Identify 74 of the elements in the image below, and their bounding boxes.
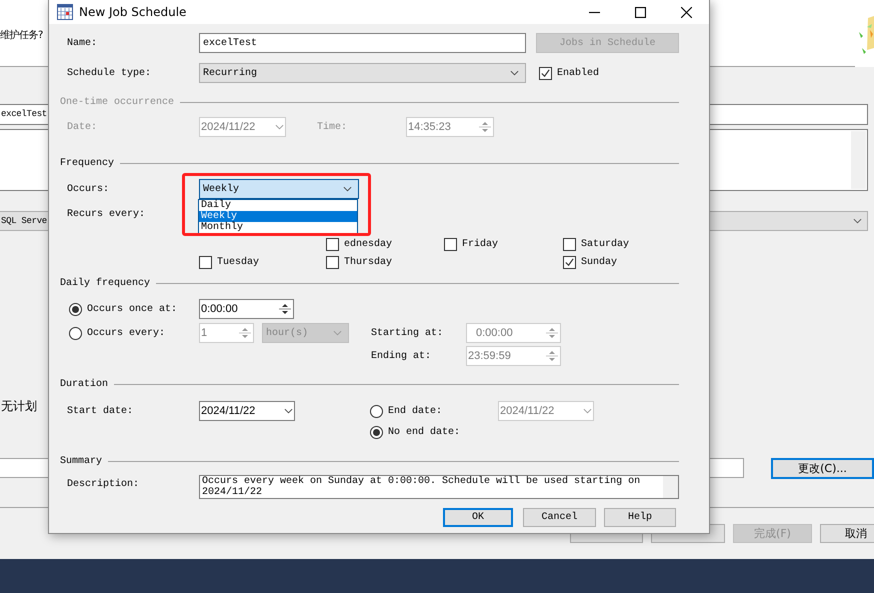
scrollbar[interactable] [851, 131, 866, 189]
end-date-label: End date: [388, 406, 442, 416]
date-label: Date: [67, 122, 98, 132]
chevron-icon [284, 408, 293, 414]
chevron-icon [275, 124, 284, 130]
section-title: Summary [60, 456, 102, 466]
name-field[interactable]: excelTest [199, 33, 526, 53]
description-label: Description: [67, 479, 140, 490]
calendar-icon [57, 4, 73, 20]
day-label: Tuesday [217, 256, 260, 268]
description-box[interactable]: Occurs every week on Sunday at 0:00:00. Schedule will be used starting on 2024/11/22 [199, 475, 679, 499]
change-button[interactable]: 更改(C)... [771, 458, 874, 479]
recurs-every-label: Recurs every: [67, 208, 146, 220]
date-field[interactable]: 2024/11/22 [498, 401, 594, 421]
time-field[interactable]: 0:00:00 [466, 323, 561, 343]
schedule-type-label: Schedule type: [67, 68, 152, 78]
chevron-icon [333, 330, 342, 336]
start-date-label: Start date: [67, 406, 134, 416]
section-title: Daily frequency [60, 278, 150, 288]
occurs-value: Weekly [203, 184, 240, 194]
radio-button[interactable] [69, 302, 82, 316]
occurs-every-label: Occurs every: [87, 328, 166, 338]
window-title: New Job Schedule [79, 5, 188, 19]
chevron-icon [583, 408, 592, 414]
time-field[interactable]: 0:00:00 [199, 299, 294, 319]
dialog-button[interactable]: Help [604, 508, 676, 527]
chevron-icon [510, 70, 519, 76]
time-label: Time: [317, 122, 348, 132]
dropdown-option[interactable]: Daily [199, 200, 357, 211]
day-checkbox[interactable] [326, 256, 339, 268]
occurs-dropdown[interactable]: Weekly [199, 179, 359, 199]
dialog-button[interactable]: Cancel [523, 508, 596, 527]
enabled-checkbox[interactable] [539, 66, 552, 80]
section-title: Frequency [60, 158, 114, 168]
dropdown-option[interactable]: Weekly [199, 211, 357, 222]
spinner-icon[interactable] [278, 301, 292, 317]
schedule-status: 无计划 [1, 398, 37, 415]
day-label: ednesday [344, 238, 392, 250]
no-end-date-label: No end date: [388, 426, 460, 438]
close-icon[interactable] [680, 6, 692, 18]
day-checkbox[interactable] [326, 238, 339, 250]
radio-button[interactable] [69, 326, 82, 340]
chevron-icon [343, 186, 352, 192]
interval-field[interactable]: 1 [199, 323, 254, 343]
enabled-label: Enabled [557, 68, 600, 78]
description-text: Occurs every week on Sunday at 0:00:00. Schedule will be used starting on 2024/11/22 [201, 476, 642, 498]
radio-button[interactable] [370, 404, 383, 418]
day-checkbox[interactable] [563, 256, 576, 268]
starting-at-label: Starting at: [371, 328, 444, 338]
maximize-icon[interactable] [634, 6, 646, 18]
scrollbar[interactable] [663, 476, 678, 498]
day-label: Friday [462, 238, 498, 250]
radio-button[interactable] [370, 426, 383, 438]
dialog-button[interactable]: OK [443, 508, 513, 527]
schedule-type-value: Recurring [203, 68, 258, 78]
section-title: One-time occurrence [60, 96, 174, 108]
schedule-type-dropdown[interactable]: Recurring [199, 63, 526, 83]
chevron-icon [853, 218, 862, 224]
prompt-text: 维护任务? [0, 28, 43, 42]
wizard-button[interactable]: 取消 [820, 524, 874, 543]
day-checkbox[interactable] [199, 256, 212, 268]
ending-at-label: Ending at: [371, 350, 432, 362]
day-label: Thursday [344, 256, 392, 268]
date-field[interactable]: 2024/11/22 [199, 401, 295, 421]
time-field[interactable]: 23:59:59 [466, 346, 561, 366]
day-label: Saturday [581, 238, 630, 250]
day-checkbox[interactable] [444, 238, 457, 250]
occurs-once-label: Occurs once at: [87, 304, 178, 314]
name-label: Name: [67, 38, 98, 48]
occurs-label: Occurs: [67, 184, 110, 194]
day-checkbox[interactable] [563, 238, 576, 250]
day-label: Sunday [581, 256, 618, 268]
section-title: Duration [60, 378, 108, 390]
unit-value: hour(s) [266, 328, 308, 338]
